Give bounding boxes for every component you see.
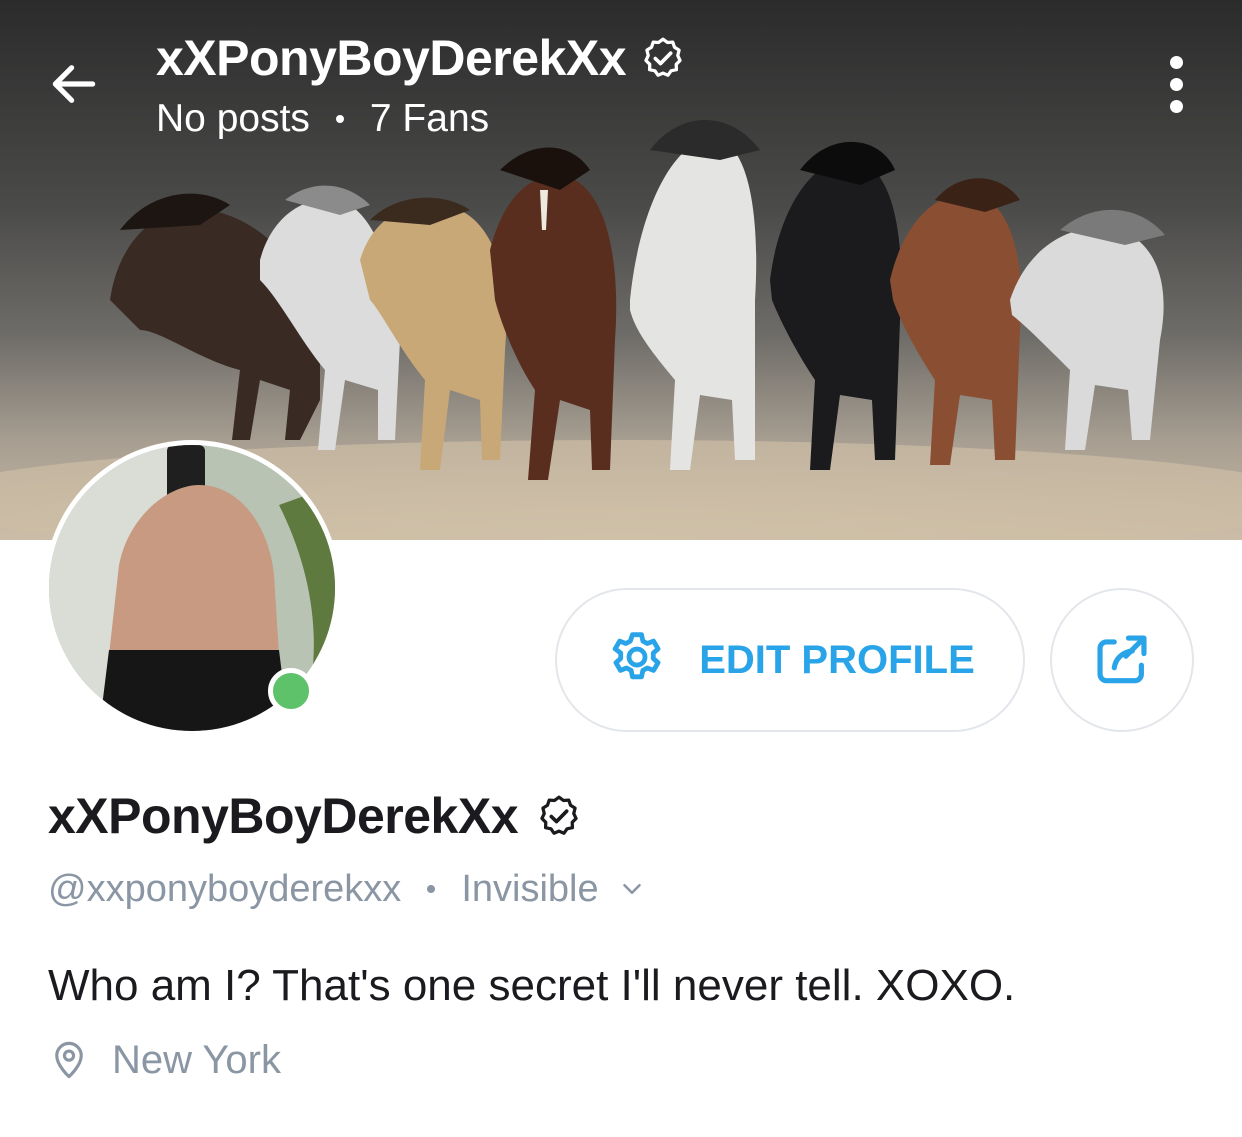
- separator-dot: [335, 115, 344, 123]
- status-label: Invisible: [461, 868, 599, 910]
- separator-dot: [427, 885, 436, 893]
- display-name: xXPonyBoyDerekXx: [48, 788, 519, 844]
- edit-profile-button[interactable]: EDIT PROFILE: [555, 588, 1025, 732]
- header-stats: No posts 7 Fans: [156, 94, 686, 144]
- edit-profile-label: EDIT PROFILE: [699, 637, 975, 682]
- share-icon: [1097, 635, 1147, 684]
- posts-count: No posts: [156, 97, 310, 140]
- online-status-indicator: [268, 668, 314, 714]
- gear-icon: [612, 632, 661, 680]
- header-title: xXPonyBoyDerekXx: [156, 30, 627, 86]
- handle-row: @xxponyboyderekxx Invisible: [48, 864, 647, 914]
- username-handle: @xxponyboyderekxx: [48, 868, 402, 910]
- profile-name-row: xXPonyBoyDerekXx: [48, 786, 582, 846]
- fans-count[interactable]: 7 Fans: [370, 94, 489, 144]
- header-title-block: xXPonyBoyDerekXx No posts 7 Fans: [156, 28, 686, 144]
- arrow-left-icon: [52, 65, 96, 103]
- profile-bio: Who am I? That's one secret I'll never t…: [48, 961, 1016, 1010]
- map-pin-icon: [55, 1041, 83, 1079]
- chevron-down-icon: [622, 884, 641, 894]
- horse-shape: [1010, 209, 1165, 450]
- share-button[interactable]: [1050, 588, 1194, 732]
- verified-badge-icon: [540, 795, 578, 835]
- verified-badge-icon: [644, 37, 682, 77]
- location-text: New York: [112, 1038, 281, 1082]
- location-row: New York: [48, 1034, 281, 1086]
- more-options-button[interactable]: [1150, 52, 1202, 116]
- status-dropdown[interactable]: Invisible: [461, 864, 646, 914]
- more-vertical-icon: [1169, 55, 1183, 69]
- more-vertical-icon-dot: [1169, 77, 1183, 91]
- back-button[interactable]: [40, 50, 108, 118]
- more-vertical-icon-dot: [1169, 99, 1183, 113]
- top-bar: xXPonyBoyDerekXx No posts 7 Fans: [0, 0, 1242, 160]
- horse-shape: [630, 120, 760, 470]
